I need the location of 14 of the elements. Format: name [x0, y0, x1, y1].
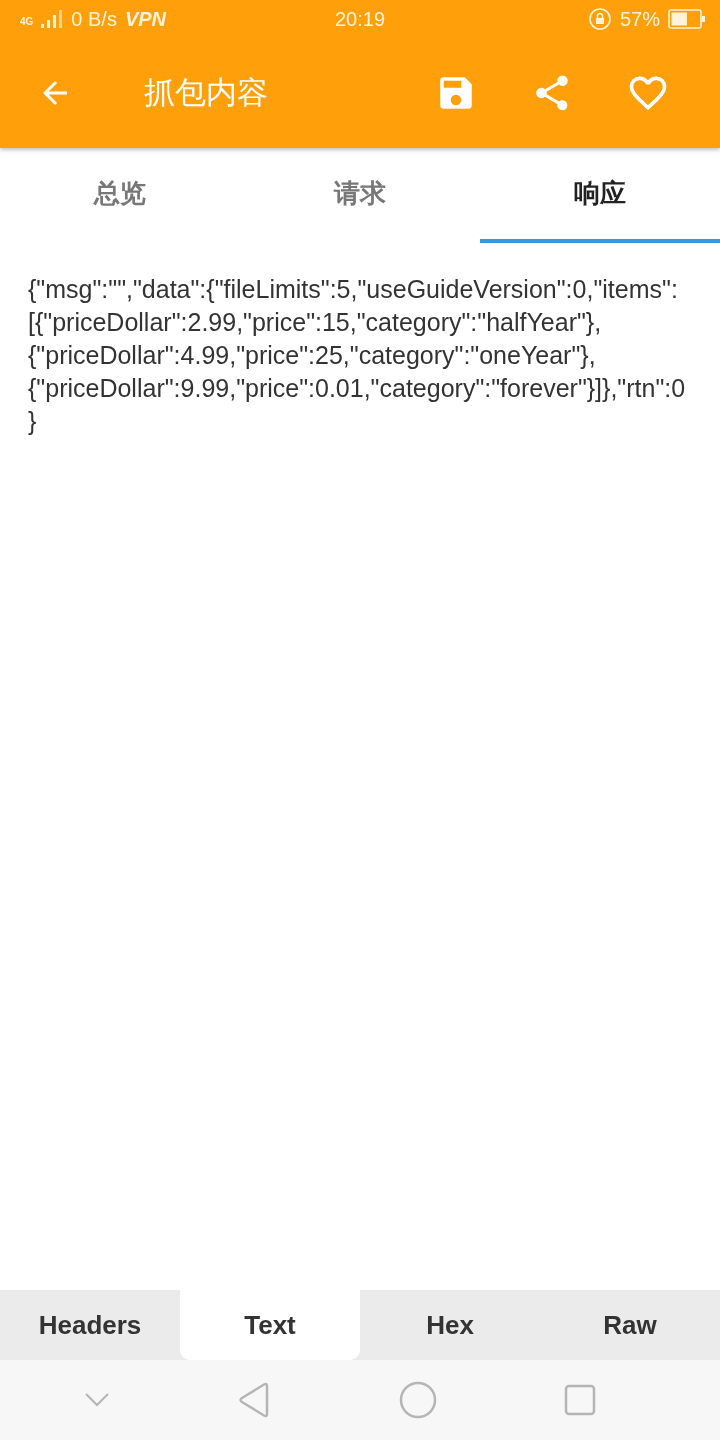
- response-text: {"msg":"","data":{"fileLimits":5,"useGuideVersion":0,"items":[{"priceDollar":2.99,"price":15,"category":"halfYear"},{"priceDollar":4.99,"price":25,"category":"oneYear"},{"priceDollar":9.99,"price":0.01,"category":"forever"}]},"rtn":0}: [28, 274, 687, 437]
- network-label: 4G: [20, 15, 34, 27]
- home-icon[interactable]: [398, 1381, 437, 1419]
- battery-percent: 57%: [619, 7, 660, 31]
- battery-icon: [668, 9, 706, 29]
- chevron-down-icon[interactable]: [83, 1392, 110, 1408]
- clock: 20:19: [334, 7, 386, 31]
- vpn-label: VPN: [124, 7, 167, 31]
- signal-icon: [41, 10, 64, 28]
- page-title: 抓包内容: [143, 74, 269, 112]
- rotation-lock-icon: [587, 7, 612, 31]
- recents-icon[interactable]: [564, 1384, 597, 1416]
- view-tab[interactable]: Text: [180, 1290, 360, 1360]
- network-speed: 0 B/s: [71, 7, 117, 31]
